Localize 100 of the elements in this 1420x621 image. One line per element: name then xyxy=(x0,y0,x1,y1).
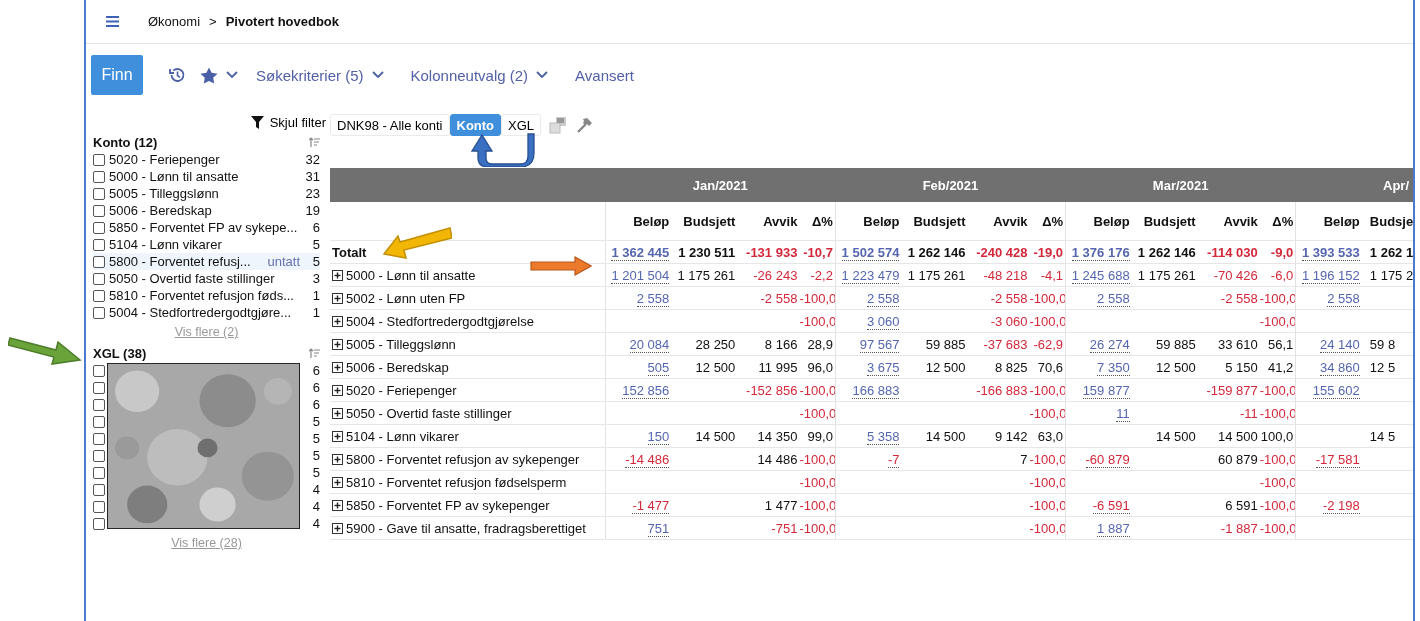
expand-icon[interactable] xyxy=(332,522,343,534)
search-button[interactable]: Finn xyxy=(91,55,143,95)
expand-icon[interactable] xyxy=(332,476,343,488)
row-label: 5050 - Overtid faste stillinger xyxy=(346,405,512,421)
amount-link[interactable]: 2 558 xyxy=(1327,290,1360,307)
amount-link[interactable]: 150 xyxy=(647,428,670,445)
advanced-link[interactable]: Avansert xyxy=(575,66,635,84)
breadcrumb-link[interactable]: Økonomi xyxy=(148,14,201,29)
expand-icon[interactable] xyxy=(332,430,343,442)
checkbox[interactable] xyxy=(93,364,105,377)
filter-option[interactable]: 5000 - Lønn til ansatte xyxy=(109,169,304,184)
amount-link[interactable]: 24 140 xyxy=(1320,336,1360,353)
amount-link[interactable]: 152 856 xyxy=(622,382,670,399)
dimension-tab[interactable]: DNK98 - Alle konti xyxy=(330,114,450,136)
amount-link[interactable]: 1 201 504 xyxy=(611,267,670,284)
menu-icon[interactable] xyxy=(106,16,119,27)
checkbox[interactable] xyxy=(93,381,105,394)
filter-option[interactable]: 5104 - Lønn vikarer xyxy=(109,237,304,252)
expand-icon[interactable] xyxy=(332,315,343,327)
checkbox[interactable] xyxy=(93,272,105,285)
checkbox[interactable] xyxy=(93,221,105,234)
amount-link[interactable]: 155 602 xyxy=(1312,382,1360,399)
expand-icon[interactable] xyxy=(332,453,343,465)
amount-link[interactable]: 1 393 533 xyxy=(1301,244,1360,261)
sort-icon[interactable] xyxy=(309,137,320,148)
amount-link[interactable]: 2 558 xyxy=(866,290,900,307)
amount-link[interactable]: 1 887 xyxy=(1097,520,1130,537)
filter-option[interactable]: 5006 - Beredskap xyxy=(109,203,304,218)
amount-link[interactable]: -6 591 xyxy=(1092,497,1130,514)
layers-icon[interactable] xyxy=(549,116,568,134)
amount-link[interactable]: 166 883 xyxy=(852,382,900,399)
checkbox[interactable] xyxy=(93,415,105,428)
amount-link[interactable]: 5 358 xyxy=(866,428,900,445)
expand-icon[interactable] xyxy=(332,292,343,304)
amount-link[interactable]: 3 675 xyxy=(866,359,900,376)
amount-link[interactable]: 1 245 688 xyxy=(1071,267,1130,284)
amount-link[interactable]: 2 558 xyxy=(1097,290,1130,307)
checkbox[interactable] xyxy=(93,187,105,200)
amount-link[interactable]: 1 223 479 xyxy=(841,267,900,284)
history-icon[interactable] xyxy=(168,66,186,84)
amount-link[interactable]: 1 196 152 xyxy=(1301,267,1360,284)
checkbox[interactable] xyxy=(93,398,105,411)
amount-link[interactable]: -1 477 xyxy=(632,497,670,514)
dimension-tab[interactable]: Konto xyxy=(449,114,502,136)
expand-icon[interactable] xyxy=(332,384,343,396)
amount-link[interactable]: 1 362 445 xyxy=(611,244,670,261)
expand-icon[interactable] xyxy=(332,407,343,419)
excluded-label[interactable]: untatt xyxy=(267,254,300,269)
amount-link[interactable]: -7 xyxy=(887,451,900,468)
checkbox[interactable] xyxy=(93,153,105,166)
amount-link[interactable]: -17 581 xyxy=(1315,451,1360,468)
amount-link[interactable]: 97 567 xyxy=(859,336,900,353)
checkbox[interactable] xyxy=(93,449,105,462)
filter-option[interactable]: 5800 - Forventet refusj... xyxy=(109,254,268,269)
amount-link[interactable]: 2 558 xyxy=(636,290,670,307)
dimension-tab[interactable]: XGL xyxy=(501,114,542,136)
amount-link[interactable]: 3 060 xyxy=(866,313,900,330)
amount-link[interactable]: -60 879 xyxy=(1085,451,1130,468)
checkbox[interactable] xyxy=(93,255,105,268)
dropdown-menu[interactable]: Søkekriterier (5) xyxy=(256,66,384,84)
checkbox[interactable] xyxy=(93,170,105,183)
amount-link[interactable]: 1 502 574 xyxy=(841,244,900,261)
filter-option[interactable]: 5020 - Feriepenger xyxy=(109,152,304,167)
expand-icon[interactable] xyxy=(332,338,343,350)
amount-link[interactable]: -2 198 xyxy=(1322,497,1360,514)
amount-link[interactable]: 11 xyxy=(1116,405,1130,422)
filter-option[interactable]: 5005 - Tilleggslønn xyxy=(109,186,304,201)
amount-link[interactable]: 26 274 xyxy=(1089,336,1130,353)
dropdown-menu[interactable]: Kolonneutvalg (2) xyxy=(410,66,549,84)
amount-link[interactable]: 7 350 xyxy=(1097,359,1130,376)
amount-link[interactable]: 159 877 xyxy=(1082,382,1130,399)
amount-link[interactable]: 20 084 xyxy=(629,336,670,353)
checkbox[interactable] xyxy=(93,517,105,530)
filter-option[interactable]: 5810 - Forventet refusjon føds... xyxy=(109,288,304,303)
amount-link[interactable]: -14 486 xyxy=(625,451,670,468)
filter-option[interactable]: 5050 - Overtid faste stillinger xyxy=(109,271,304,286)
expand-icon[interactable] xyxy=(332,269,343,281)
checkbox[interactable] xyxy=(93,483,105,496)
expand-icon[interactable] xyxy=(332,499,343,511)
show-more-link[interactable]: Vis flere (2) xyxy=(93,325,320,339)
checkbox[interactable] xyxy=(93,238,105,251)
checkbox[interactable] xyxy=(93,204,105,217)
amount-link[interactable]: 505 xyxy=(647,359,670,376)
checkbox[interactable] xyxy=(93,466,105,479)
amount-link[interactable]: 34 860 xyxy=(1320,359,1360,376)
sort-icon[interactable] xyxy=(309,348,320,359)
expand-icon[interactable] xyxy=(332,361,343,373)
caret-icon[interactable] xyxy=(226,71,238,79)
checkbox[interactable] xyxy=(93,306,105,319)
star-icon[interactable] xyxy=(200,66,218,84)
show-more-link[interactable]: Vis flere (28) xyxy=(93,536,320,550)
checkbox[interactable] xyxy=(93,432,105,445)
filter-option[interactable]: 5850 - Forventet FP av sykepe... xyxy=(109,220,304,235)
amount-link[interactable]: 1 376 176 xyxy=(1071,244,1130,261)
filter-option[interactable]: 5004 - Stedfortredergodtgjøre... xyxy=(109,305,304,320)
hide-filter-button[interactable]: Skjul filter xyxy=(250,114,326,130)
hammer-icon[interactable] xyxy=(575,117,594,133)
checkbox[interactable] xyxy=(93,500,105,513)
amount-link[interactable]: 751 xyxy=(647,520,670,537)
checkbox[interactable] xyxy=(93,289,105,302)
